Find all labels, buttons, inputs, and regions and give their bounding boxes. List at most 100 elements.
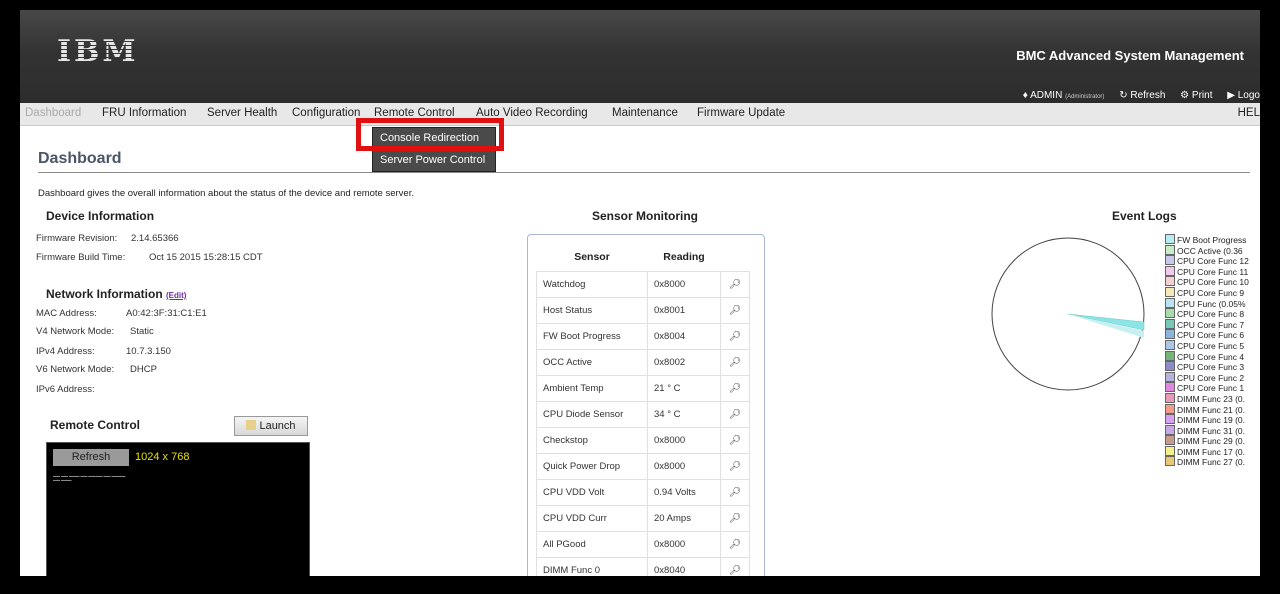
sensor-row: OCC Active 0x8002 🔎︎: [536, 349, 750, 376]
legend-item: CPU Func (0.05%: [1165, 297, 1249, 309]
legend-swatch: [1165, 308, 1175, 319]
nav-firmware-update[interactable]: Firmware Update: [697, 107, 785, 119]
legend-swatch: [1165, 286, 1175, 297]
product-title: BMC Advanced System Management: [1016, 48, 1244, 63]
main-nav: Dashboard FRU Information Server Health …: [20, 103, 1260, 126]
legend-swatch: [1165, 234, 1175, 244]
legend-swatch: [1165, 392, 1175, 403]
sensor-name: OCC Active: [536, 349, 648, 376]
magnifier-icon[interactable]: 🔎︎: [720, 349, 750, 376]
event-logs-legend: FW Boot Progress OCC Active (0.36 CPU Core…: [1165, 234, 1249, 467]
legend-label: CPU Core Func 1: [1177, 383, 1245, 394]
nav-server-health[interactable]: Server Health: [207, 107, 277, 119]
header-bar: IBM BMC Advanced System Management ♦ ADM…: [20, 10, 1260, 103]
legend-label: CPU Core Func 11: [1177, 266, 1249, 277]
ipv4-value: 10.7.3.150: [126, 346, 171, 357]
legend-item: DIMM Func 21 (0.: [1165, 403, 1249, 415]
print-icon: ⚙: [1180, 90, 1190, 101]
nav-fru-information[interactable]: FRU Information: [102, 107, 186, 119]
sensor-table-panel: Sensor Reading Watchdog 0x8000 🔎︎ Host Stat…: [527, 234, 765, 576]
magnifier-icon[interactable]: 🔎︎: [720, 505, 750, 532]
fw-revision-value: 2.14.65366: [131, 233, 179, 244]
logout-icon: ▶: [1227, 90, 1235, 101]
legend-item: CPU Core Func 10: [1165, 276, 1249, 287]
v6-mode-value: DHCP: [130, 364, 157, 375]
legend-swatch: [1165, 445, 1175, 456]
magnifier-icon[interactable]: 🔎︎: [720, 375, 750, 402]
sensor-row: CPU Diode Sensor 34 ° C 🔎︎: [536, 401, 750, 428]
sensor-reading: 21 ° C: [647, 375, 721, 402]
sensor-reading: 0.94 Volts: [647, 479, 721, 506]
legend-swatch: [1165, 255, 1175, 266]
highlight-box: [356, 118, 504, 151]
col-header-details: [721, 243, 750, 272]
event-logs-pie-chart: [991, 237, 1145, 391]
sensor-reading: 0x8001: [647, 297, 721, 324]
logout-link[interactable]: ▶ Logo: [1221, 90, 1260, 101]
legend-label: CPU Core Func 5: [1177, 340, 1245, 351]
legend-swatch: [1165, 456, 1175, 467]
remote-control-heading: Remote Control: [50, 418, 140, 432]
sensor-row: CPU VDD Curr 20 Amps 🔎︎: [536, 505, 750, 532]
legend-label: CPU Core Func 10: [1177, 277, 1249, 288]
sensor-table: Sensor Reading Watchdog 0x8000 🔎︎ Host Stat…: [536, 243, 750, 576]
refresh-link[interactable]: ↻ Refresh: [1113, 90, 1165, 101]
legend-label: CPU Core Func 9: [1177, 287, 1245, 298]
nav-maintenance[interactable]: Maintenance: [612, 107, 678, 119]
fw-build-value: Oct 15 2015 15:28:15 CDT: [149, 252, 263, 263]
sensor-name: FW Boot Progress: [536, 323, 648, 350]
magnifier-icon[interactable]: 🔎︎: [720, 297, 750, 324]
legend-swatch: [1165, 318, 1175, 329]
launch-button[interactable]: Launch: [234, 416, 308, 436]
mac-value: A0:42:3F:31:C1:E1: [126, 308, 207, 319]
sensor-reading: 0x8000: [647, 427, 721, 454]
nav-dashboard[interactable]: Dashboard: [25, 107, 81, 119]
device-info-heading: Device Information: [46, 209, 155, 223]
legend-swatch: [1165, 403, 1175, 414]
magnifier-icon[interactable]: 🔎︎: [720, 453, 750, 480]
magnifier-icon[interactable]: 🔎︎: [720, 271, 750, 298]
magnifier-icon[interactable]: 🔎︎: [720, 479, 750, 506]
sensor-row: Host Status 0x8001 🔎︎: [536, 297, 750, 324]
preview-console-text: ▬▬ ▬▬ ▬▬▬ ▬▬ ▬▬▬▬ ▬▬ ▬▬▬▬ ▬▬ ▬▬▬: [53, 474, 126, 482]
magnifier-icon[interactable]: 🔎︎: [720, 557, 750, 576]
sensor-row: Ambient Temp 21 ° C 🔎︎: [536, 375, 750, 402]
nav-configuration[interactable]: Configuration: [292, 107, 360, 119]
user-link[interactable]: ♦ ADMIN (Administrator): [1023, 90, 1105, 101]
legend-swatch: [1165, 297, 1175, 308]
magnifier-icon[interactable]: 🔎︎: [720, 427, 750, 454]
sensor-name: DIMM Func 0: [536, 557, 648, 576]
ipv6-label: IPv6 Address:: [36, 384, 95, 395]
legend-swatch: [1165, 350, 1175, 361]
sensor-name: CPU VDD Volt: [536, 479, 648, 506]
legend-label: CPU Core Func 3: [1177, 362, 1245, 373]
title-divider: [38, 172, 1250, 173]
legend-swatch: [1165, 276, 1175, 287]
sensor-name: Watchdog: [536, 271, 648, 298]
sensor-reading: 0x8000: [647, 531, 721, 558]
sensor-reading: 0x8002: [647, 349, 721, 376]
legend-swatch: [1165, 265, 1175, 276]
nav-help[interactable]: HEL: [1238, 107, 1260, 119]
legend-item: CPU Core Func 2: [1165, 371, 1249, 383]
legend-label: DIMM Func 29 (0.: [1177, 436, 1246, 447]
legend-label: DIMM Func 27 (0.: [1177, 457, 1246, 468]
col-header-reading: Reading: [663, 251, 705, 263]
network-info-heading: Network Information (Edit): [46, 287, 187, 301]
magnifier-icon[interactable]: 🔎︎: [720, 323, 750, 350]
magnifier-icon[interactable]: 🔎︎: [720, 531, 750, 558]
page-title: Dashboard: [38, 150, 122, 167]
legend-item: CPU Core Func 6: [1165, 329, 1249, 340]
legend-label: DIMM Func 31 (0.: [1177, 425, 1246, 436]
legend-item: CPU Core Func 5: [1165, 339, 1249, 351]
refresh-icon: ↻: [1119, 90, 1128, 101]
edit-network-link[interactable]: (Edit): [166, 291, 186, 300]
legend-label: CPU Core Func 8: [1177, 309, 1245, 320]
legend-swatch: [1165, 339, 1175, 350]
legend-item: CPU Core Func 9: [1165, 286, 1249, 298]
magnifier-icon[interactable]: 🔎︎: [720, 401, 750, 428]
print-link[interactable]: ⚙ Print: [1174, 90, 1212, 101]
submenu-server-power-control[interactable]: Server Power Control: [373, 150, 495, 171]
preview-refresh-button[interactable]: Refresh: [53, 449, 129, 466]
sensor-reading: 0x8000: [647, 271, 721, 298]
